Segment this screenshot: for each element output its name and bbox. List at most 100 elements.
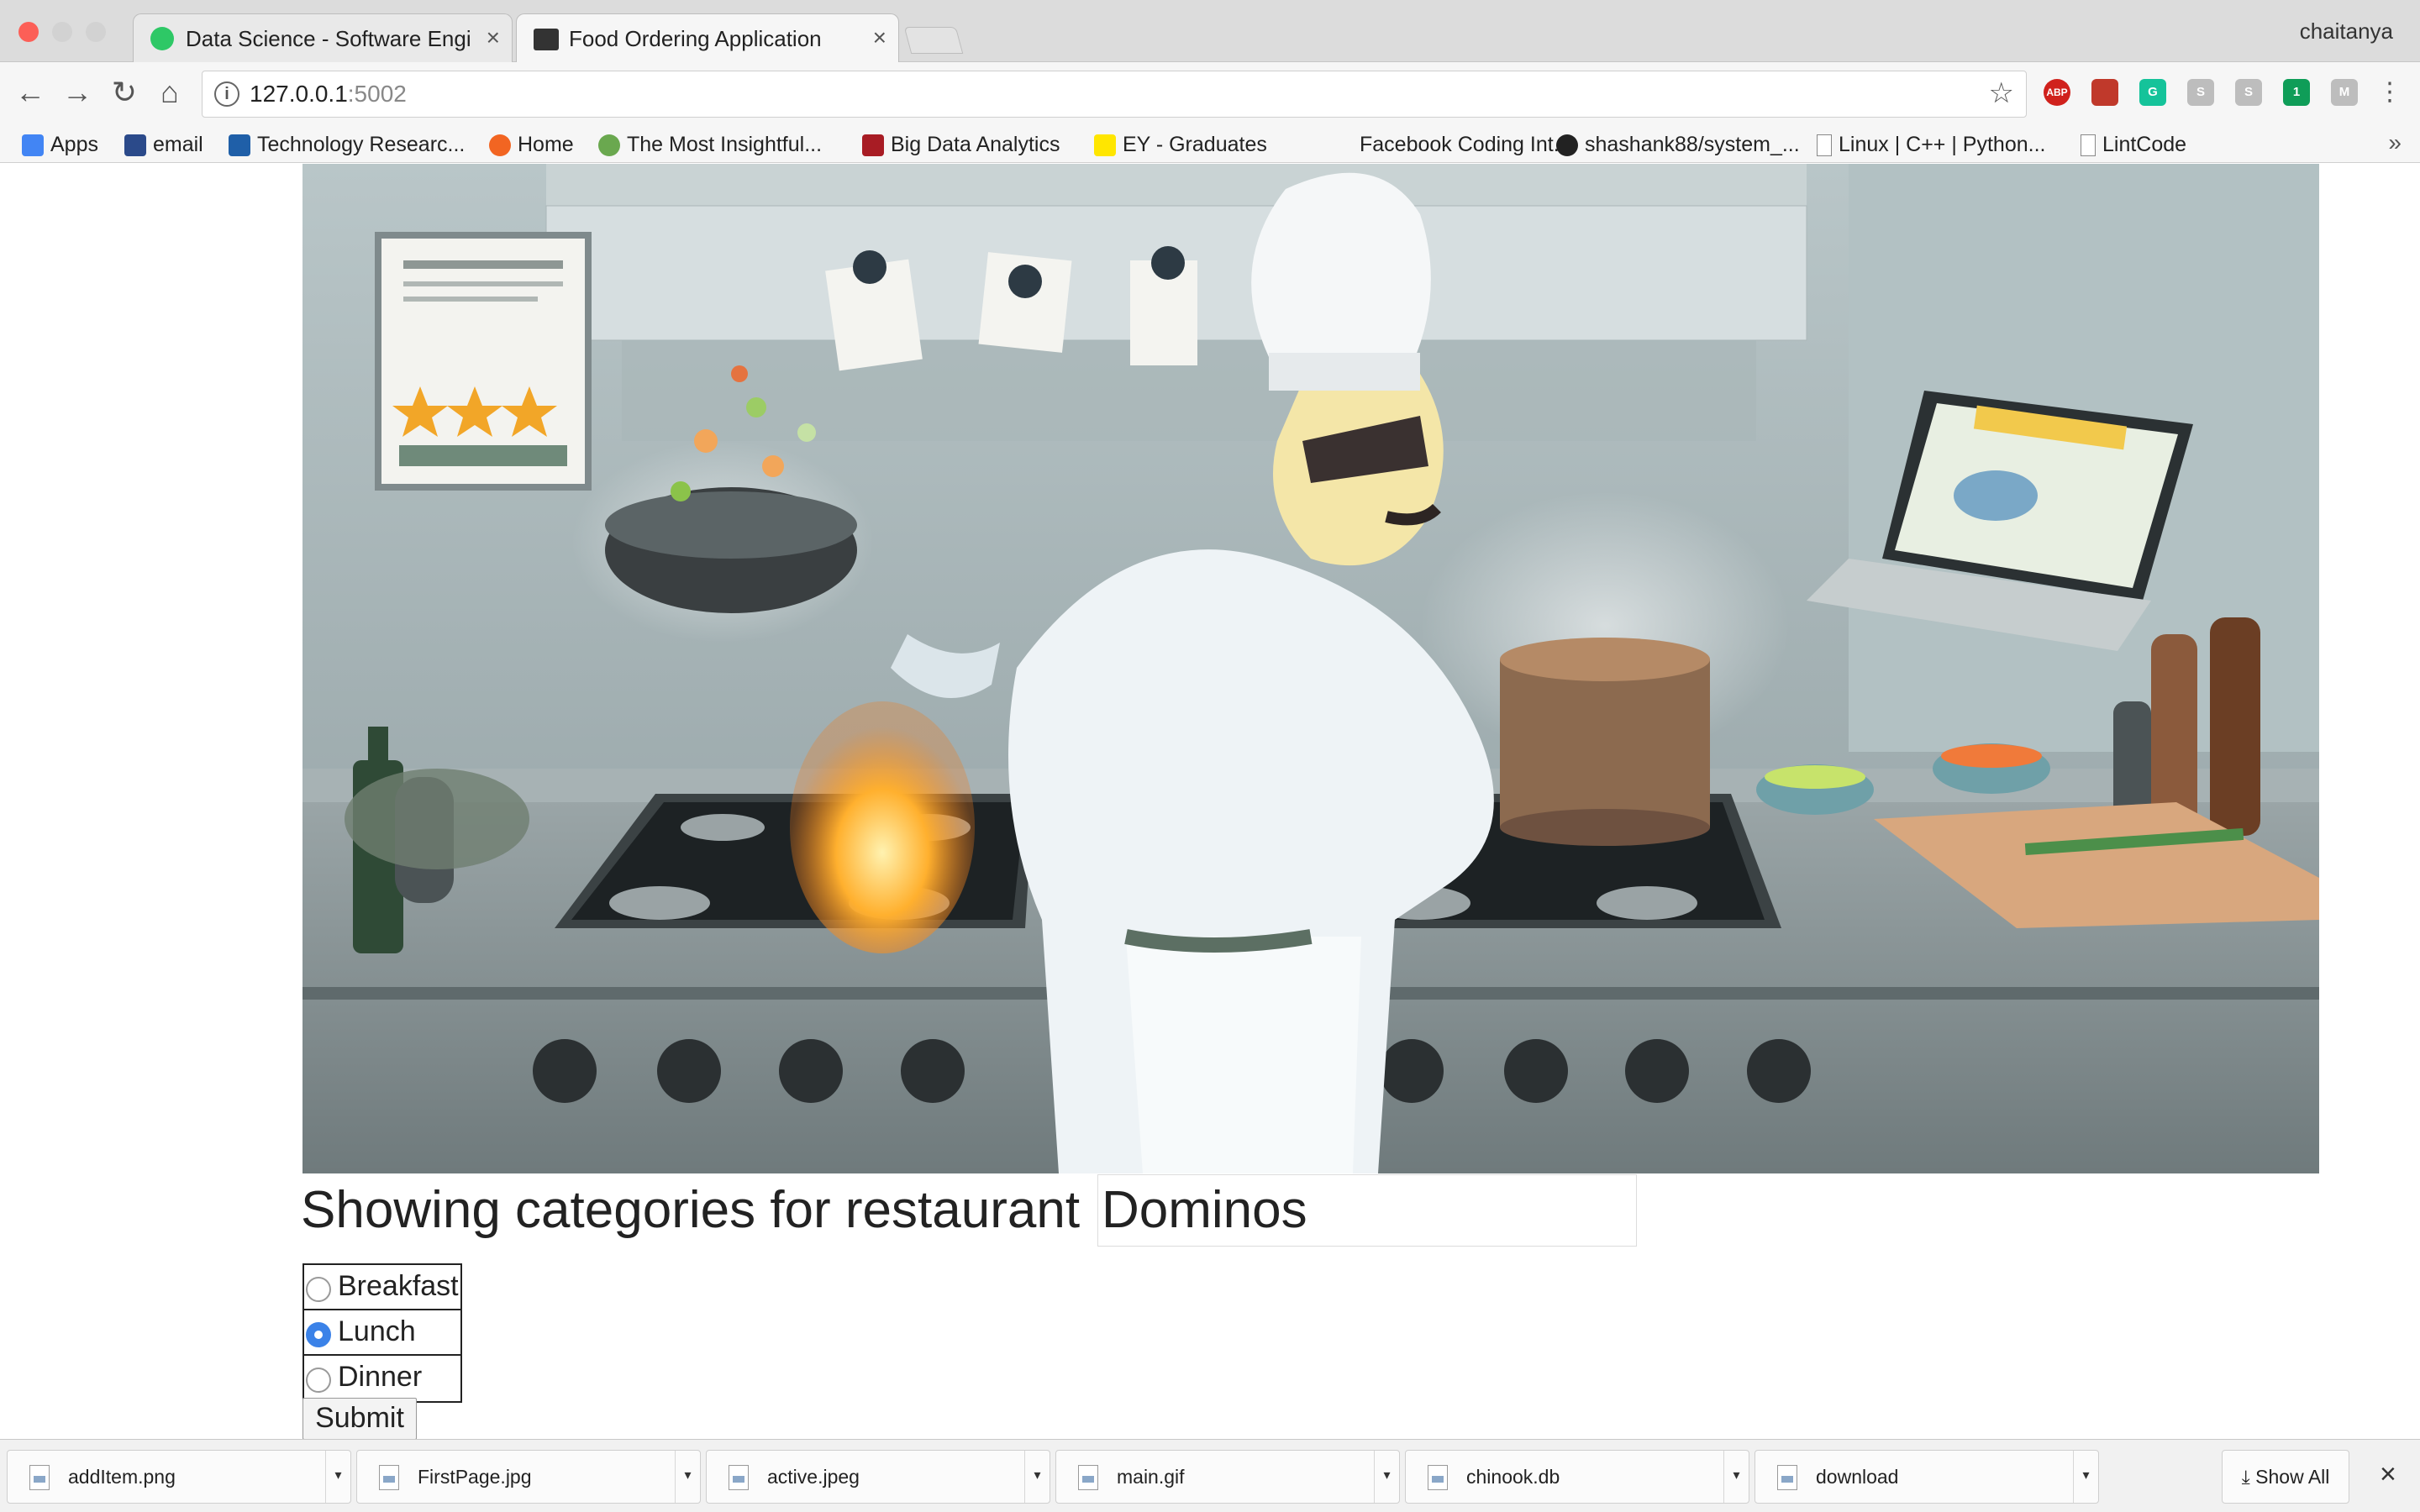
ms-email-icon <box>124 134 146 157</box>
bookmark-item[interactable]: Home <box>489 129 574 160</box>
new-tab-button[interactable] <box>903 27 964 54</box>
bookmark-item[interactable]: Linux | C++ | Python... <box>1817 129 2045 160</box>
tab-data-science[interactable]: Data Science - Software Engin × <box>133 13 513 62</box>
home-arc-icon <box>489 134 511 157</box>
hero-image-chef-kitchen <box>302 164 2319 1173</box>
submit-button[interactable]: Submit <box>302 1398 417 1440</box>
info-icon[interactable]: i <box>214 81 239 107</box>
download-item[interactable]: download ▾ <box>1754 1450 2099 1504</box>
download-menu-caret-icon[interactable]: ▾ <box>1723 1451 1749 1503</box>
more-bookmarks-icon[interactable]: » <box>2388 129 2402 156</box>
page-content: Showing categories for restaurant Domino… <box>0 164 2420 1440</box>
extension-s-icon[interactable]: S <box>2187 79 2214 106</box>
bookmark-ext-icon[interactable] <box>2091 79 2118 106</box>
download-item[interactable]: main.gif ▾ <box>1055 1450 1400 1504</box>
tab-food-ordering[interactable]: Food Ordering Application × <box>516 13 899 63</box>
extension-m-icon[interactable]: M <box>2331 79 2358 106</box>
meal-option-label: Dinner <box>338 1361 423 1393</box>
apps-grid-icon <box>22 134 44 157</box>
github-icon <box>1556 134 1578 157</box>
bookmark-label: Technology Researc... <box>257 133 466 156</box>
bookmark-item[interactable]: Apps <box>22 129 98 160</box>
tab-title: Food Ordering Application <box>569 26 822 51</box>
adblock-plus-icon[interactable]: ABP <box>2044 79 2070 106</box>
download-filename: download <box>1816 1466 1899 1488</box>
meal-option-breakfast[interactable]: Breakfast <box>304 1265 460 1310</box>
file-icon <box>729 1465 749 1490</box>
show-all-downloads-button[interactable]: ⤓ Show All <box>2222 1450 2349 1504</box>
url-port: :5002 <box>347 81 407 107</box>
ey-icon <box>1094 134 1116 157</box>
maximize-window-button[interactable] <box>86 22 106 42</box>
file-icon <box>379 1465 399 1490</box>
bookmark-item[interactable]: EY - Graduates <box>1094 129 1267 160</box>
grammarly-icon[interactable]: G <box>2139 79 2166 106</box>
page-icon <box>1817 134 1832 157</box>
bookmark-item[interactable]: Big Data Analytics <box>862 129 1060 160</box>
show-all-label: Show All <box>2255 1466 2330 1488</box>
minimize-window-button[interactable] <box>52 22 72 42</box>
file-icon <box>1428 1465 1448 1490</box>
download-menu-caret-icon[interactable]: ▾ <box>2073 1451 2098 1503</box>
download-menu-caret-icon[interactable]: ▾ <box>1374 1451 1399 1503</box>
gartner-icon <box>229 134 250 157</box>
download-filename: chinook.db <box>1466 1466 1560 1488</box>
file-icon <box>1777 1465 1797 1490</box>
file-icon <box>29 1465 50 1490</box>
terminal-icon <box>534 29 559 50</box>
bookmark-label: LintCode <box>2102 133 2187 156</box>
download-arrow-icon: ⤓ <box>2241 1466 2256 1488</box>
download-filename: FirstPage.jpg <box>418 1466 532 1488</box>
meal-option-label: Lunch <box>338 1315 416 1347</box>
radio-button[interactable] <box>306 1322 331 1347</box>
address-url[interactable]: 127.0.0.1:5002 <box>250 81 407 108</box>
close-tab-icon[interactable]: × <box>873 24 886 51</box>
bookmark-item[interactable]: LintCode <box>2081 129 2186 160</box>
bookmark-item[interactable]: Facebook Coding Int... <box>1331 129 1571 160</box>
downloads-shelf: addItem.png ▾ FirstPage.jpg ▾ active.jpeg ▾ ma… <box>0 1439 2420 1512</box>
restaurant-name: Dominos <box>1102 1181 1307 1239</box>
profile-name[interactable]: chaitanya <box>2300 18 2393 45</box>
download-filename: main.gif <box>1117 1466 1185 1488</box>
tab-strip: Data Science - Software Engin × Food Ord… <box>0 0 2420 63</box>
download-item[interactable]: active.jpeg ▾ <box>706 1450 1050 1504</box>
bookmark-label: Linux | C++ | Python... <box>1839 133 2046 156</box>
bookmark-item[interactable]: The Most Insightful... <box>598 129 822 160</box>
browser-toolbar: ← → ↻ ⌂ i 127.0.0.1:5002 ☆ ⋮ ABP G S S 1 M <box>0 62 2420 126</box>
blank-icon <box>1331 134 1353 157</box>
download-menu-caret-icon[interactable]: ▾ <box>325 1451 350 1503</box>
bookmark-item[interactable]: Technology Researc... <box>229 129 465 160</box>
bookmark-label: Home <box>518 133 574 156</box>
tab-title: Data Science - Software Engin <box>186 26 470 51</box>
radio-button[interactable] <box>306 1277 331 1302</box>
meal-option-dinner[interactable]: Dinner <box>304 1356 460 1401</box>
shield-icon <box>862 134 884 157</box>
download-item[interactable]: FirstPage.jpg ▾ <box>356 1450 701 1504</box>
download-filename: active.jpeg <box>767 1466 860 1488</box>
home-icon[interactable]: ⌂ <box>151 74 188 111</box>
bookmark-label: The Most Insightful... <box>627 133 823 156</box>
meal-option-lunch[interactable]: Lunch <box>304 1310 460 1356</box>
address-bar[interactable]: i 127.0.0.1:5002 ☆ <box>202 71 2027 118</box>
back-icon[interactable]: ← <box>12 74 49 111</box>
radio-button[interactable] <box>306 1368 331 1393</box>
bookmark-star-icon[interactable]: ☆ <box>1989 76 2014 110</box>
page-icon <box>2081 134 2096 157</box>
download-item[interactable]: addItem.png ▾ <box>7 1450 351 1504</box>
bookmark-label: Facebook Coding Int... <box>1360 133 1571 156</box>
hangouts-icon[interactable]: 1 <box>2283 79 2310 106</box>
skype-icon[interactable]: S <box>2235 79 2262 106</box>
download-item[interactable]: chinook.db ▾ <box>1405 1450 1749 1504</box>
restaurant-name-box: Dominos <box>1097 1174 1637 1247</box>
reload-icon[interactable]: ↻ <box>106 74 143 111</box>
bookmark-item[interactable]: email <box>124 129 203 160</box>
url-host: 127.0.0.1 <box>250 81 348 107</box>
bookmark-item[interactable]: shashank88/system_... <box>1556 129 1800 160</box>
close-tab-icon[interactable]: × <box>487 24 500 51</box>
download-menu-caret-icon[interactable]: ▾ <box>675 1451 700 1503</box>
download-menu-caret-icon[interactable]: ▾ <box>1024 1451 1050 1503</box>
forward-icon[interactable]: → <box>59 74 96 111</box>
close-downloads-icon[interactable]: × <box>2380 1458 2396 1491</box>
close-window-button[interactable] <box>18 22 39 42</box>
menu-icon[interactable]: ⋮ <box>2371 74 2408 111</box>
